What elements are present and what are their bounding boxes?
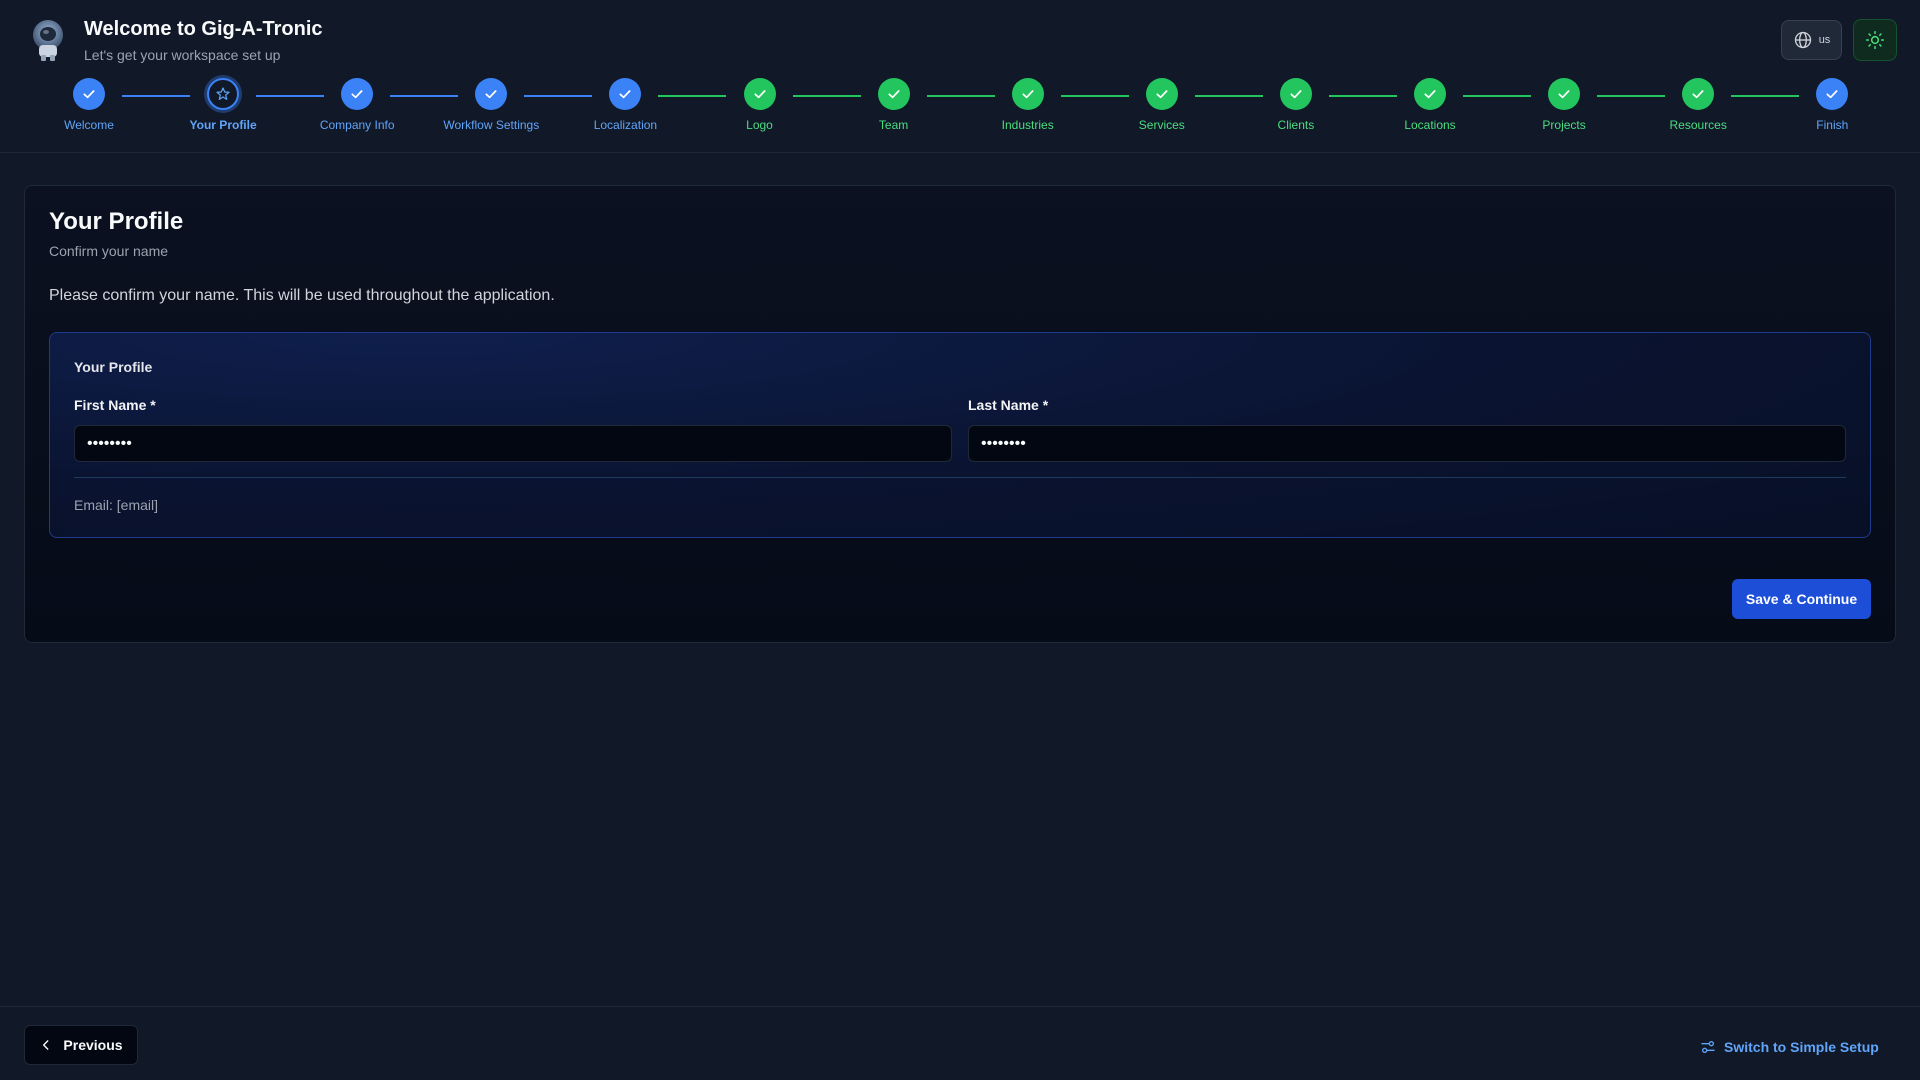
- theme-toggle-button[interactable]: [1853, 19, 1897, 61]
- step-label: Company Info: [319, 118, 395, 132]
- step-industries[interactable]: Industries: [958, 78, 1098, 132]
- card-subtitle: Confirm your name: [49, 243, 169, 259]
- step-circle: [1548, 78, 1581, 110]
- check-icon: [351, 90, 363, 99]
- card-title: Your Profile: [49, 208, 184, 235]
- setup-header: Welcome to Gig-A-Tronic Let's get your w…: [0, 0, 1920, 153]
- step-label: Clients: [1277, 118, 1315, 132]
- last-name-input[interactable]: [968, 425, 1846, 462]
- step-label: Industries: [1001, 118, 1054, 132]
- step-workflow-settings[interactable]: Workflow Settings: [421, 78, 561, 132]
- step-circle: [1279, 78, 1312, 110]
- step-circle: [73, 78, 105, 110]
- step-logo[interactable]: Logo: [690, 78, 830, 132]
- astronaut-logo-icon: [33, 20, 63, 61]
- card-description: Please confirm your name. This will be u…: [49, 287, 555, 304]
- step-label: Workflow Settings: [443, 118, 540, 132]
- email-text: Email: [email]: [74, 497, 159, 513]
- check-icon: [888, 90, 900, 99]
- star-icon: [216, 87, 230, 100]
- step-your-profile[interactable]: Your Profile: [153, 78, 293, 132]
- first-name-label: First Name *: [74, 397, 156, 413]
- step-label: Resources: [1669, 118, 1727, 132]
- step-circle: [1682, 78, 1715, 110]
- step-circle: [1011, 78, 1044, 110]
- step-projects[interactable]: Projects: [1494, 78, 1634, 132]
- check-icon: [1826, 90, 1838, 99]
- sliders-icon: [1701, 1041, 1715, 1053]
- check-icon: [1022, 90, 1034, 99]
- profile-form-section: Your Profile First Name * Last Name * Em…: [49, 332, 1871, 538]
- step-circle: [475, 78, 508, 110]
- language-label: us: [1818, 34, 1831, 46]
- step-label: Services: [1138, 118, 1185, 132]
- language-selector-button[interactable]: us: [1781, 20, 1842, 60]
- step-circle: [341, 78, 374, 110]
- setup-stepper: Welcome Your Profile Company Info Workflow …: [0, 78, 1920, 138]
- check-icon: [1424, 90, 1436, 99]
- check-icon: [1558, 90, 1570, 99]
- step-localization[interactable]: Localization: [555, 78, 695, 132]
- section-title: Your Profile: [74, 359, 153, 375]
- previous-label: Previous: [63, 1037, 123, 1053]
- step-welcome[interactable]: Welcome: [19, 78, 159, 132]
- profile-card: Your Profile Confirm your name Please co…: [24, 185, 1896, 643]
- step-circle: [1816, 78, 1849, 110]
- chevron-left-icon: [43, 1040, 49, 1050]
- step-label: Locations: [1404, 118, 1456, 132]
- step-label: Logo: [746, 118, 773, 132]
- check-icon: [1156, 90, 1168, 99]
- step-services[interactable]: Services: [1092, 78, 1232, 132]
- app-subtitle: Let's get your workspace set up: [84, 47, 281, 63]
- last-name-label: Last Name *: [968, 397, 1049, 413]
- step-label: Welcome: [64, 118, 114, 132]
- section-divider: [74, 477, 1846, 478]
- app-title: Welcome to Gig-A-Tronic: [84, 18, 323, 40]
- check-icon: [1692, 90, 1704, 99]
- step-circle: [1414, 78, 1446, 110]
- check-icon: [1290, 90, 1302, 99]
- step-clients[interactable]: Clients: [1226, 78, 1366, 132]
- step-finish[interactable]: Finish: [1762, 78, 1902, 132]
- previous-button[interactable]: Previous: [24, 1025, 138, 1065]
- check-icon: [753, 90, 766, 99]
- step-circle: [743, 78, 776, 110]
- first-name-input[interactable]: [74, 425, 952, 462]
- check-icon: [485, 90, 497, 99]
- step-company-info[interactable]: Company Info: [287, 78, 427, 132]
- check-icon: [83, 90, 95, 99]
- step-circle: [609, 78, 642, 110]
- step-team[interactable]: Team: [824, 78, 964, 132]
- step-resources[interactable]: Resources: [1628, 78, 1768, 132]
- step-circle: [1145, 78, 1178, 110]
- setup-footer: Previous Switch to Simple Setup: [0, 1006, 1920, 1080]
- switch-simple-setup-link[interactable]: Switch to Simple Setup: [1700, 1037, 1879, 1057]
- step-label: Your Profile: [189, 118, 257, 132]
- step-circle: [207, 78, 240, 110]
- check-icon: [619, 90, 631, 99]
- step-circle: [877, 78, 910, 110]
- save-continue-button[interactable]: Save & Continue: [1732, 579, 1871, 619]
- step-locations[interactable]: Locations: [1360, 78, 1500, 132]
- sun-icon: [1865, 30, 1885, 50]
- switch-simple-setup-label: Switch to Simple Setup: [1724, 1039, 1879, 1055]
- step-label: Finish: [1816, 118, 1849, 132]
- globe-icon: [1794, 31, 1811, 49]
- step-label: Team: [878, 118, 909, 132]
- step-label: Localization: [593, 118, 658, 132]
- step-label: Projects: [1542, 118, 1586, 132]
